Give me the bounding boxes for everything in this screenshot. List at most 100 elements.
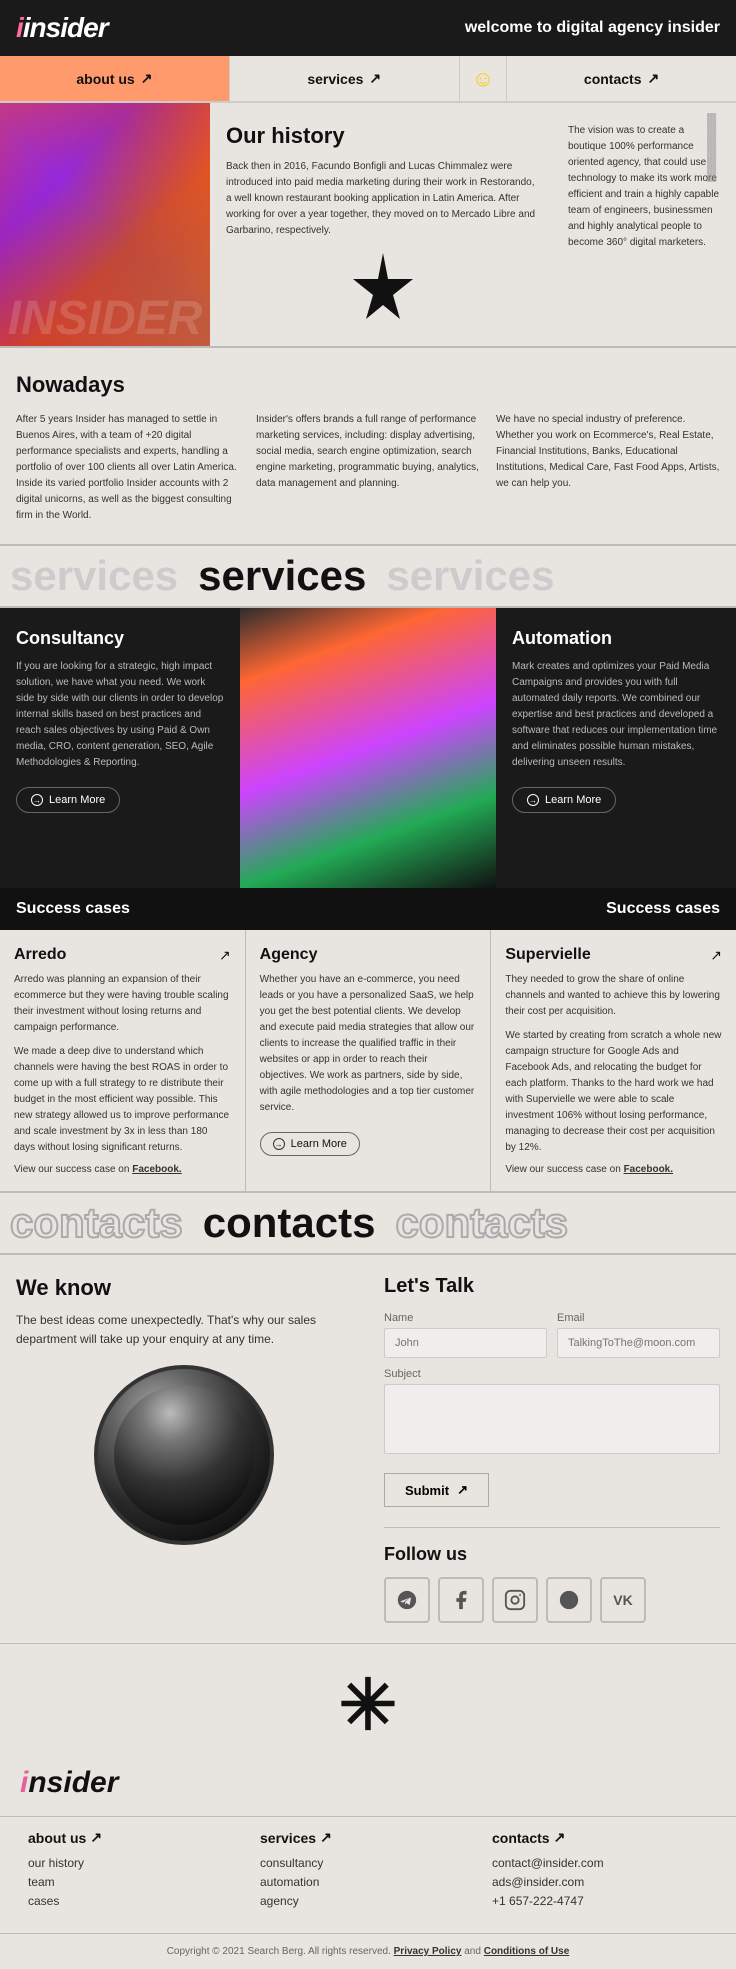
success-left-title: Success cases <box>16 900 130 917</box>
footer-col-contacts: contacts ↗ contact@insider.com ads@insid… <box>484 1817 716 1913</box>
success-right: Success cases <box>368 888 736 930</box>
footer-contacts-title: contacts <box>492 1830 550 1846</box>
footer-about-arrow: ↗ <box>90 1829 102 1846</box>
footer-phone[interactable]: +1 657-222-4747 <box>492 1894 708 1908</box>
submit-arrow: ↗ <box>457 1482 468 1498</box>
hero-content: Our history Back then in 2016, Facundo B… <box>210 103 556 346</box>
learn-more-icon-3: → <box>273 1138 285 1150</box>
nav-item-about[interactable]: about us ↗ <box>0 56 230 101</box>
success-banner: Success cases Success cases <box>0 888 736 930</box>
footer-col-services: services ↗ consultancy automation agency <box>252 1817 484 1913</box>
contact-form: Let's Talk Name Email Subject Submit ↗ F… <box>368 1255 736 1643</box>
nav-label-contacts: contacts <box>584 71 642 87</box>
footer-bottom: Copyright © 2021 Search Berg. All rights… <box>0 1933 736 1969</box>
contacts-banner-text-2: contacts <box>203 1199 376 1247</box>
hero-right: ▓▓▓▓▓▓▓▓▓▓▓▓▓▓▓ The vision was to create… <box>556 103 736 346</box>
follow-section: Follow us VK <box>384 1527 720 1623</box>
hero-image: INSIDER <box>0 103 210 346</box>
arredo-text2: We made a deep dive to understand which … <box>14 1044 231 1156</box>
social-telegram[interactable] <box>384 1577 430 1623</box>
subject-label: Subject <box>384 1368 720 1380</box>
logo[interactable]: iinsider <box>16 12 108 44</box>
footer-asterisk: ✳ <box>0 1644 736 1756</box>
case-arredo: Arredo ↗ Arredo was planning an expansio… <box>0 930 246 1191</box>
nav-arrow-about: ↗ <box>141 70 153 87</box>
social-vk[interactable]: VK <box>600 1577 646 1623</box>
contacts-banner: contacts contacts contacts <box>0 1193 736 1255</box>
services-banner-text-2: services <box>198 552 366 600</box>
footer-nav: about us ↗ our history team cases servic… <box>0 1816 736 1933</box>
contacts-banner-text-1: contacts <box>10 1199 183 1247</box>
services-section: Consultancy If you are looking for a str… <box>0 608 736 888</box>
footer-contacts-arrow: ↗ <box>554 1829 566 1846</box>
service-center-image <box>240 608 496 888</box>
contact-info: We know The best ideas come unexpectedly… <box>0 1255 368 1643</box>
footer-about-title: about us <box>28 1830 86 1846</box>
footer-services-arrow: ↗ <box>320 1829 332 1846</box>
star-shape <box>226 251 540 326</box>
name-label: Name <box>384 1312 547 1324</box>
contacts-banner-text-3: contacts <box>395 1199 568 1247</box>
footer-link-agency[interactable]: agency <box>260 1894 476 1908</box>
consultancy-col: Consultancy If you are looking for a str… <box>0 608 240 888</box>
consultancy-text: If you are looking for a strategic, high… <box>16 659 224 771</box>
social-reddit[interactable] <box>546 1577 592 1623</box>
arredo-arrow: ↗ <box>219 947 231 964</box>
name-input[interactable] <box>384 1328 547 1358</box>
footer-services-title: services <box>260 1830 316 1846</box>
automation-title: Automation <box>512 628 720 649</box>
footer-link-team[interactable]: team <box>28 1875 244 1889</box>
privacy-link[interactable]: Privacy Policy <box>394 1946 462 1957</box>
case-supervielle: Supervielle ↗ They needed to grow the sh… <box>491 930 736 1191</box>
nowadays-title: Nowadays <box>16 372 720 398</box>
footer-logo[interactable]: insider <box>20 1766 716 1800</box>
contact-avatar <box>16 1365 352 1545</box>
arredo-link[interactable]: View our success case on Facebook. <box>14 1164 231 1175</box>
learn-more-icon-2: → <box>527 794 539 806</box>
footer-email-contact[interactable]: contact@insider.com <box>492 1856 708 1870</box>
footer-link-consultancy[interactable]: consultancy <box>260 1856 476 1870</box>
social-instagram[interactable] <box>492 1577 538 1623</box>
automation-text: Mark creates and optimizes your Paid Med… <box>512 659 720 771</box>
lets-talk-title: Let's Talk <box>384 1275 720 1298</box>
email-label: Email <box>557 1312 720 1324</box>
email-input[interactable] <box>557 1328 720 1358</box>
cases-section: Arredo ↗ Arredo was planning an expansio… <box>0 930 736 1193</box>
conditions-link[interactable]: Conditions of Use <box>484 1946 570 1957</box>
header: iinsider welcome to digital agency insid… <box>0 0 736 56</box>
supervielle-link[interactable]: View our success case on Facebook. <box>505 1164 722 1175</box>
automation-learn-btn[interactable]: → Learn More <box>512 787 616 813</box>
footer-email-ads[interactable]: ads@insider.com <box>492 1875 708 1889</box>
nowadays-col1: After 5 years Insider has managed to set… <box>16 412 240 524</box>
agency-learn-btn[interactable]: → Learn More <box>260 1132 360 1156</box>
we-know-text: The best ideas come unexpectedly. That's… <box>16 1311 352 1349</box>
submit-button[interactable]: Submit ↗ <box>384 1473 489 1507</box>
agency-title: Agency <box>260 946 318 964</box>
footer-link-history[interactable]: our history <box>28 1856 244 1870</box>
subject-input[interactable] <box>384 1384 720 1454</box>
case-agency: Agency Whether you have an e-commerce, y… <box>246 930 492 1191</box>
arredo-title: Arredo <box>14 946 66 964</box>
learn-more-icon-1: → <box>31 794 43 806</box>
services-banner-text-1: services <box>10 552 178 600</box>
nowadays-section: Nowadays After 5 years Insider has manag… <box>0 348 736 546</box>
nowadays-col2: Insider's offers brands a full range of … <box>256 412 480 524</box>
consultancy-learn-btn[interactable]: → Learn More <box>16 787 120 813</box>
header-title: welcome to digital agency insider <box>465 19 720 37</box>
services-banner: services services services <box>0 546 736 608</box>
footer-col-about: about us ↗ our history team cases <box>20 1817 252 1913</box>
arredo-text1: Arredo was planning an expansion of thei… <box>14 972 231 1036</box>
nav-arrow-services: ↗ <box>369 70 381 87</box>
success-right-title: Success cases <box>606 900 720 917</box>
consultancy-title: Consultancy <box>16 628 224 649</box>
automation-col: Automation Mark creates and optimizes yo… <box>496 608 736 888</box>
nav-label-about: about us <box>76 71 134 87</box>
nav-item-contacts[interactable]: contacts ↗ <box>507 56 736 101</box>
nav: about us ↗ services ↗ ☺ contacts ↗ <box>0 56 736 103</box>
supervielle-arrow: ↗ <box>710 947 722 964</box>
footer-link-cases[interactable]: cases <box>28 1894 244 1908</box>
social-facebook[interactable] <box>438 1577 484 1623</box>
nav-item-services[interactable]: services ↗ <box>230 56 460 101</box>
footer-logo-section: insider <box>0 1756 736 1816</box>
footer-link-automation[interactable]: automation <box>260 1875 476 1889</box>
